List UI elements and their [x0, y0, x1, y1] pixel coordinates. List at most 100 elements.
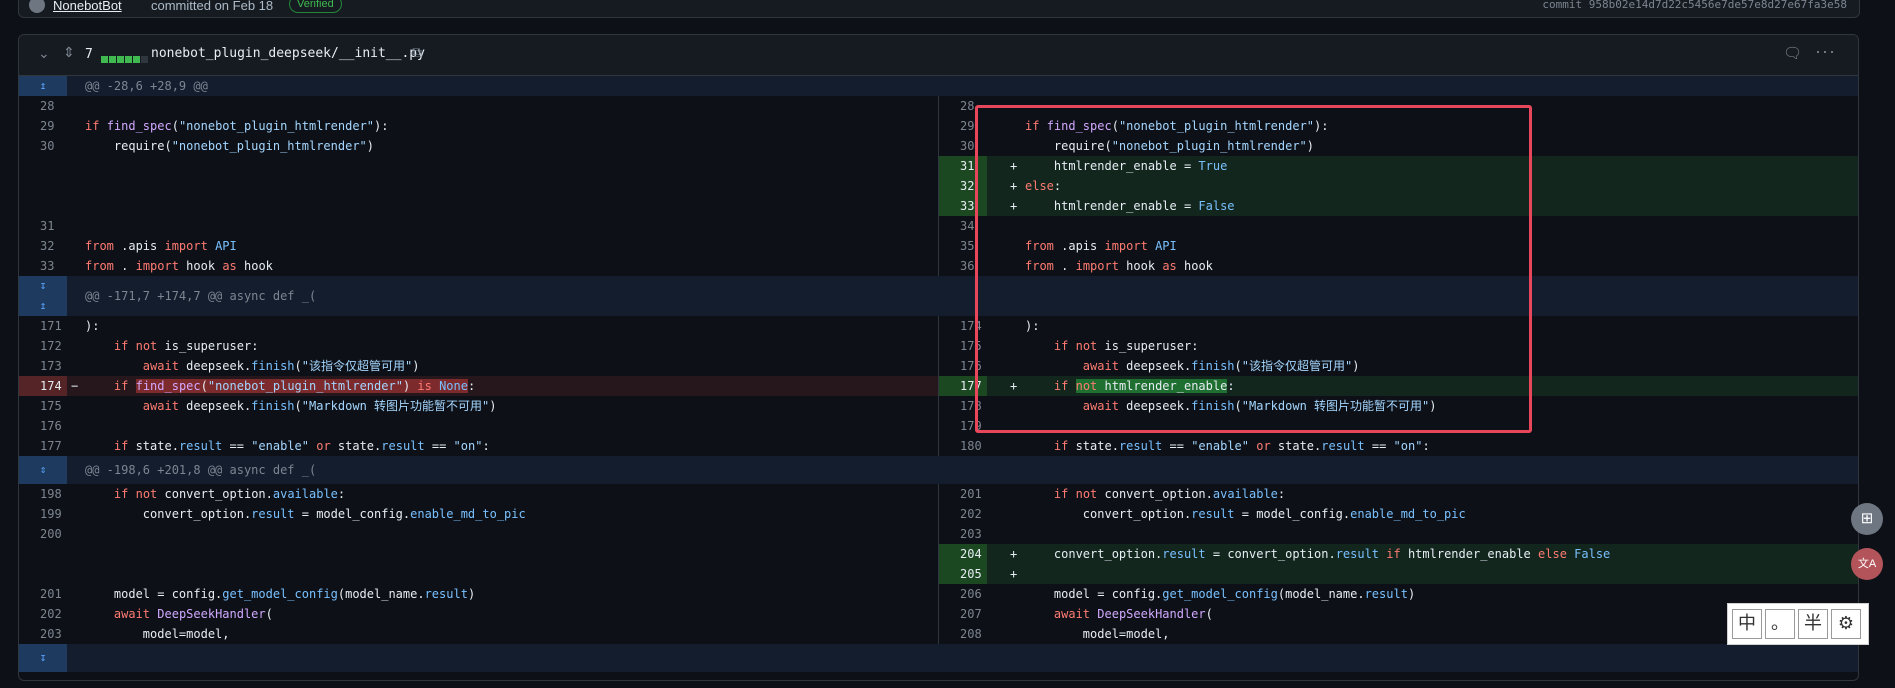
line-number[interactable]: 206 [939, 584, 987, 604]
hunk-text: @@ -171,7 +174,7 @@ async def _( [85, 289, 317, 303]
code-line: await deepseek.finish("Markdown 转图片功能暂不可… [142, 399, 497, 413]
ime-width-toggle[interactable]: 半 [1798, 609, 1828, 639]
diffstat-added-block [133, 56, 140, 63]
line-number[interactable]: 172 [19, 336, 67, 356]
code-line: if not convert_option.available: [1053, 487, 1286, 501]
commit-hash[interactable]: commit 958b02e14d7d22c5456e7de57e8d27e67… [1542, 0, 1847, 11]
hunk-footer: ↧ [19, 644, 1858, 672]
file-diff: ⌄ ⇕ 7 nonebot_plugin_deepseek/__init__.p… [18, 34, 1859, 681]
author-link[interactable]: NonebotBot [53, 0, 122, 13]
code-line: await DeepSeekHandler( [113, 607, 273, 621]
avatar[interactable] [29, 0, 45, 13]
line-number[interactable]: 203 [19, 624, 67, 644]
line-number[interactable]: 32 [939, 176, 987, 196]
added-marker: + [1010, 159, 1018, 173]
line-number[interactable]: 205 [939, 564, 987, 584]
diff-row: 201 model = config.get_model_config(mode… [19, 584, 1858, 604]
line-number[interactable]: 30 [939, 136, 987, 156]
copy-icon[interactable]: ⧉ [412, 44, 422, 61]
line-number[interactable]: 175 [939, 336, 987, 356]
line-number[interactable]: 201 [19, 584, 67, 604]
line-number[interactable]: 201 [939, 484, 987, 504]
line-number[interactable]: 180 [939, 436, 987, 456]
line-number[interactable]: 200 [19, 524, 67, 544]
diff-row: 198 if not convert_option.available: 201… [19, 484, 1858, 504]
diff-row: 29 if find_spec("nonebot_plugin_htmlrend… [19, 116, 1858, 136]
line-number[interactable]: 202 [19, 604, 67, 624]
line-number[interactable]: 31 [19, 216, 67, 236]
ime-settings-icon[interactable]: ⚙ [1831, 609, 1861, 639]
grid-plus-icon[interactable]: ⊞ [1851, 503, 1883, 535]
line-number[interactable]: 33 [19, 256, 67, 276]
code-line: from . import hook as hook [1025, 259, 1213, 273]
file-header: ⌄ ⇕ 7 nonebot_plugin_deepseek/__init__.p… [19, 35, 1858, 76]
line-number[interactable]: 207 [939, 604, 987, 624]
ime-punctuation-toggle[interactable]: 。 [1765, 609, 1795, 639]
line-number[interactable]: 32 [19, 236, 67, 256]
line-number[interactable]: 28 [939, 96, 987, 116]
expand-down-icon[interactable]: ↧ [19, 644, 67, 672]
expand-both-icon[interactable]: ↧ ↥ [19, 276, 67, 316]
deleted-marker: − [71, 379, 79, 393]
ime-chinese-toggle[interactable]: 中 [1732, 609, 1762, 639]
file-name[interactable]: nonebot_plugin_deepseek/__init__.py [151, 46, 425, 61]
code-line: await deepseek.finish("该指令仅超管可用") [1082, 359, 1360, 373]
line-number[interactable]: 28 [19, 96, 67, 116]
diffstat [101, 50, 149, 68]
added-marker: + [1010, 567, 1018, 581]
line-number[interactable]: 36 [939, 256, 987, 276]
line-number[interactable]: 199 [19, 504, 67, 524]
line-number[interactable]: 31 [939, 156, 987, 176]
line-number[interactable]: 171 [19, 316, 67, 336]
code-line: require("nonebot_plugin_htmlrender") [1025, 139, 1315, 153]
line-number[interactable]: 29 [19, 116, 67, 136]
translate-icon[interactable]: 文A [1851, 548, 1883, 580]
line-number[interactable]: 29 [939, 116, 987, 136]
code-line: if not is_superuser: [1053, 339, 1199, 353]
added-marker: + [1010, 199, 1018, 213]
line-number[interactable]: 176 [939, 356, 987, 376]
line-number[interactable]: 179 [939, 416, 987, 436]
code-line: convert_option.result = model_config.ena… [1025, 507, 1466, 521]
collapse-chevron-icon[interactable]: ⌄ [38, 45, 50, 62]
line-number[interactable]: 198 [19, 484, 67, 504]
line-number[interactable]: 204 [939, 544, 987, 564]
line-number[interactable]: 208 [939, 624, 987, 644]
code-line: if find_spec("nonebot_plugin_htmlrender"… [113, 379, 476, 393]
verified-badge[interactable]: Verified [289, 0, 342, 13]
split-diff: ↥ @@ -28,6 +28,9 @@ 28 28 29 if find_spe… [19, 76, 1858, 672]
line-number[interactable]: 174 [939, 316, 987, 336]
diffstat-added-block [101, 56, 108, 63]
code-line: model = config.get_model_config(model_na… [1025, 587, 1416, 601]
line-number[interactable]: 178 [939, 396, 987, 416]
change-count: 7 [85, 47, 93, 62]
line-number[interactable]: 174 [19, 376, 67, 396]
comment-icon[interactable]: 🗨 [1783, 44, 1802, 62]
code-line: if not convert_option.available: [113, 487, 346, 501]
expand-both-icon[interactable]: ⇕ [19, 456, 67, 484]
line-number[interactable]: 173 [19, 356, 67, 376]
line-number[interactable]: 177 [19, 436, 67, 456]
line-number[interactable]: 175 [19, 396, 67, 416]
code-line: htmlrender_enable = False [1025, 199, 1235, 213]
line-number[interactable]: 176 [19, 416, 67, 436]
line-number[interactable]: 202 [939, 504, 987, 524]
code-line: await deepseek.finish("该指令仅超管可用") [142, 359, 420, 373]
line-number[interactable]: 35 [939, 236, 987, 256]
code-line: htmlrender_enable = True [1025, 159, 1228, 173]
line-number[interactable]: 30 [19, 136, 67, 156]
line-number[interactable]: 203 [939, 524, 987, 544]
diff-row: 202 await DeepSeekHandler( 207 await Dee… [19, 604, 1858, 624]
diff-row: 177 if state.result == "enable" or state… [19, 436, 1858, 456]
code-line: convert_option.result = convert_option.r… [1025, 547, 1611, 561]
code-line: model = config.get_model_config(model_na… [85, 587, 476, 601]
expand-up-icon[interactable]: ↥ [19, 76, 67, 96]
diffstat-neutral-block [141, 56, 148, 63]
line-number[interactable]: 34 [939, 216, 987, 236]
added-marker: + [1010, 379, 1018, 393]
line-number[interactable]: 177 [939, 376, 987, 396]
more-options-icon[interactable]: ··· [1815, 41, 1836, 62]
expand-all-icon[interactable]: ⇕ [63, 44, 75, 61]
code-line: ): [85, 319, 100, 333]
line-number[interactable]: 33 [939, 196, 987, 216]
